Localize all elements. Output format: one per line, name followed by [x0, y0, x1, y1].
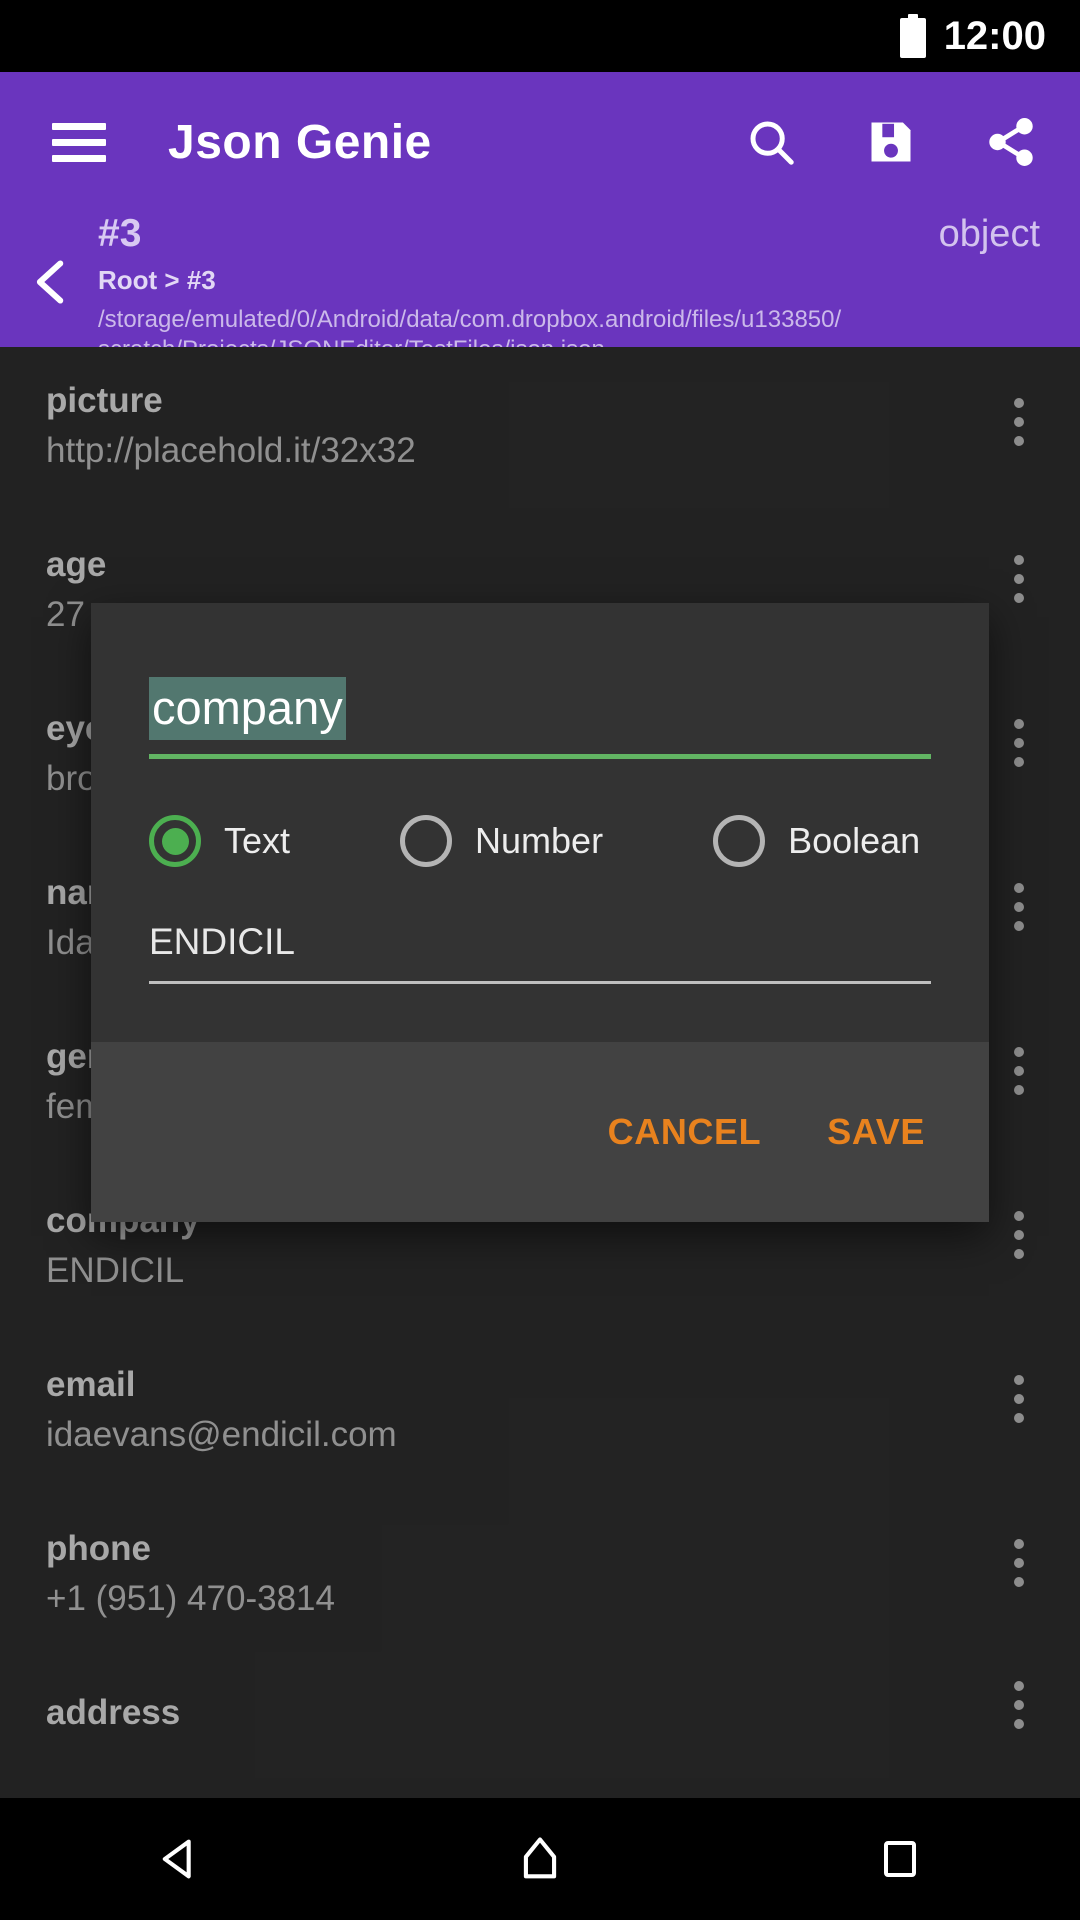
- value-input[interactable]: ENDICIL: [149, 921, 931, 963]
- cancel-button[interactable]: CANCEL: [608, 1111, 762, 1153]
- key-input[interactable]: company: [149, 677, 346, 741]
- nav-recents-icon[interactable]: [840, 1798, 960, 1920]
- radio-option-number[interactable]: Number: [400, 815, 604, 868]
- key-input-underline: [149, 754, 931, 760]
- radio-option-text[interactable]: Text: [149, 815, 291, 868]
- android-nav-bar: [0, 1798, 1080, 1920]
- save-icon[interactable]: [862, 113, 920, 171]
- nav-home-icon[interactable]: [480, 1798, 600, 1920]
- dialog-body: company Text Number Boolean ENDICIL: [91, 603, 989, 985]
- radio-label-text: Text: [224, 820, 291, 862]
- battery-full-icon: [899, 14, 926, 58]
- back-chevron-icon[interactable]: [28, 256, 74, 308]
- radio-option-boolean[interactable]: Boolean: [713, 815, 921, 868]
- app-title: Json Genie: [168, 115, 432, 169]
- breadcrumb: #3 object Root > #3 /storage/emulated/0/…: [0, 212, 1080, 363]
- breadcrumb-type: object: [938, 213, 1040, 255]
- status-bar: 12:00: [0, 0, 1080, 72]
- phone-screen: 12:00 Json Genie #3 object Root > #3 /st…: [0, 0, 1080, 1920]
- radio-circle-boolean: [713, 815, 766, 868]
- radio-label-boolean: Boolean: [788, 820, 921, 862]
- breadcrumb-path: Root > #3: [98, 265, 216, 295]
- nav-back-icon[interactable]: [120, 1798, 240, 1920]
- status-bar-clock: 12:00: [943, 13, 1046, 58]
- radio-label-number: Number: [475, 820, 604, 862]
- share-icon[interactable]: [982, 113, 1040, 171]
- type-radio-group[interactable]: Text Number Boolean: [149, 815, 931, 868]
- radio-circle-number: [400, 815, 453, 868]
- save-button[interactable]: SAVE: [827, 1111, 925, 1153]
- radio-circle-text: [149, 815, 201, 868]
- search-icon[interactable]: [742, 113, 800, 171]
- hamburger-menu-icon[interactable]: [52, 114, 106, 171]
- dialog-action-bar: CANCEL SAVE: [91, 1042, 989, 1223]
- breadcrumb-content: #3 object Root > #3 /storage/emulated/0/…: [98, 212, 1040, 365]
- value-input-underline: [149, 981, 931, 985]
- key-input-wrapper[interactable]: company: [149, 677, 931, 760]
- breadcrumb-index: #3: [98, 212, 142, 255]
- app-bar-actions: [742, 72, 1040, 212]
- value-input-wrapper[interactable]: ENDICIL: [149, 921, 931, 985]
- app-bar: Json Genie #3 object Root > #3 /storage/…: [0, 72, 1080, 363]
- edit-entry-dialog: company Text Number Boolean ENDICIL CANC…: [91, 603, 989, 1223]
- app-bar-top-row: Json Genie: [0, 72, 1080, 212]
